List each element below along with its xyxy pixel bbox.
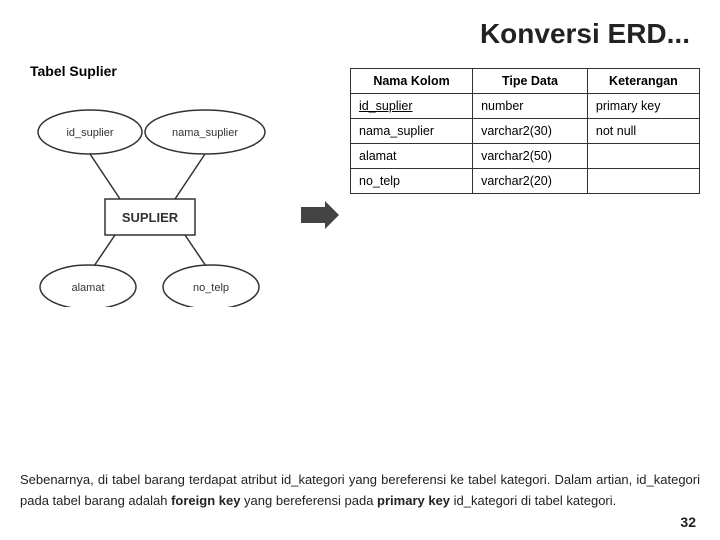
text-bold1: foreign key: [171, 493, 240, 508]
table-row: alamat varchar2(50): [351, 144, 700, 169]
text-part3: id_kategori di tabel kategori.: [450, 493, 616, 508]
db-table: Nama Kolom Tipe Data Keterangan id_supli…: [350, 68, 700, 194]
cell-ket: primary key: [587, 94, 699, 119]
erd-svg: id_suplier nama_suplier SUPLIER alamat n…: [20, 87, 275, 307]
cell-ket: [587, 144, 699, 169]
page-number: 32: [680, 514, 696, 530]
cell-nama: id_suplier: [351, 94, 473, 119]
cell-tipe: varchar2(20): [473, 169, 588, 194]
svg-text:alamat: alamat: [71, 282, 104, 294]
erd-title: Tabel Suplier: [30, 63, 290, 79]
svg-text:no_telp: no_telp: [193, 282, 229, 294]
cell-nama: nama_suplier: [351, 119, 473, 144]
table-row: no_telp varchar2(20): [351, 169, 700, 194]
cell-tipe: varchar2(50): [473, 144, 588, 169]
col-header-nama: Nama Kolom: [351, 69, 473, 94]
svg-text:id_suplier: id_suplier: [66, 127, 113, 139]
page-title: Konversi ERD...: [0, 0, 720, 58]
table-row: nama_suplier varchar2(30) not null: [351, 119, 700, 144]
cell-tipe: number: [473, 94, 588, 119]
cell-tipe: varchar2(30): [473, 119, 588, 144]
db-table-area: Nama Kolom Tipe Data Keterangan id_supli…: [350, 68, 700, 307]
text-bold2: primary key: [377, 493, 450, 508]
cell-nama: alamat: [351, 144, 473, 169]
text-part2: yang bereferensi pada: [240, 493, 377, 508]
table-row: id_suplier number primary key: [351, 94, 700, 119]
main-content: Tabel Suplier id_suplier nama_suplier SU…: [0, 63, 720, 307]
erd-diagram: Tabel Suplier id_suplier nama_suplier SU…: [20, 63, 290, 307]
col-header-tipe: Tipe Data: [473, 69, 588, 94]
arrow: [300, 123, 340, 307]
cell-ket: not null: [587, 119, 699, 144]
bottom-paragraph: Sebenarnya, di tabel barang terdapat atr…: [20, 470, 700, 512]
col-header-ket: Keterangan: [587, 69, 699, 94]
cell-ket: [587, 169, 699, 194]
arrow-svg: [301, 199, 339, 231]
cell-nama: no_telp: [351, 169, 473, 194]
svg-text:nama_suplier: nama_suplier: [172, 127, 238, 139]
svg-text:SUPLIER: SUPLIER: [122, 210, 179, 225]
